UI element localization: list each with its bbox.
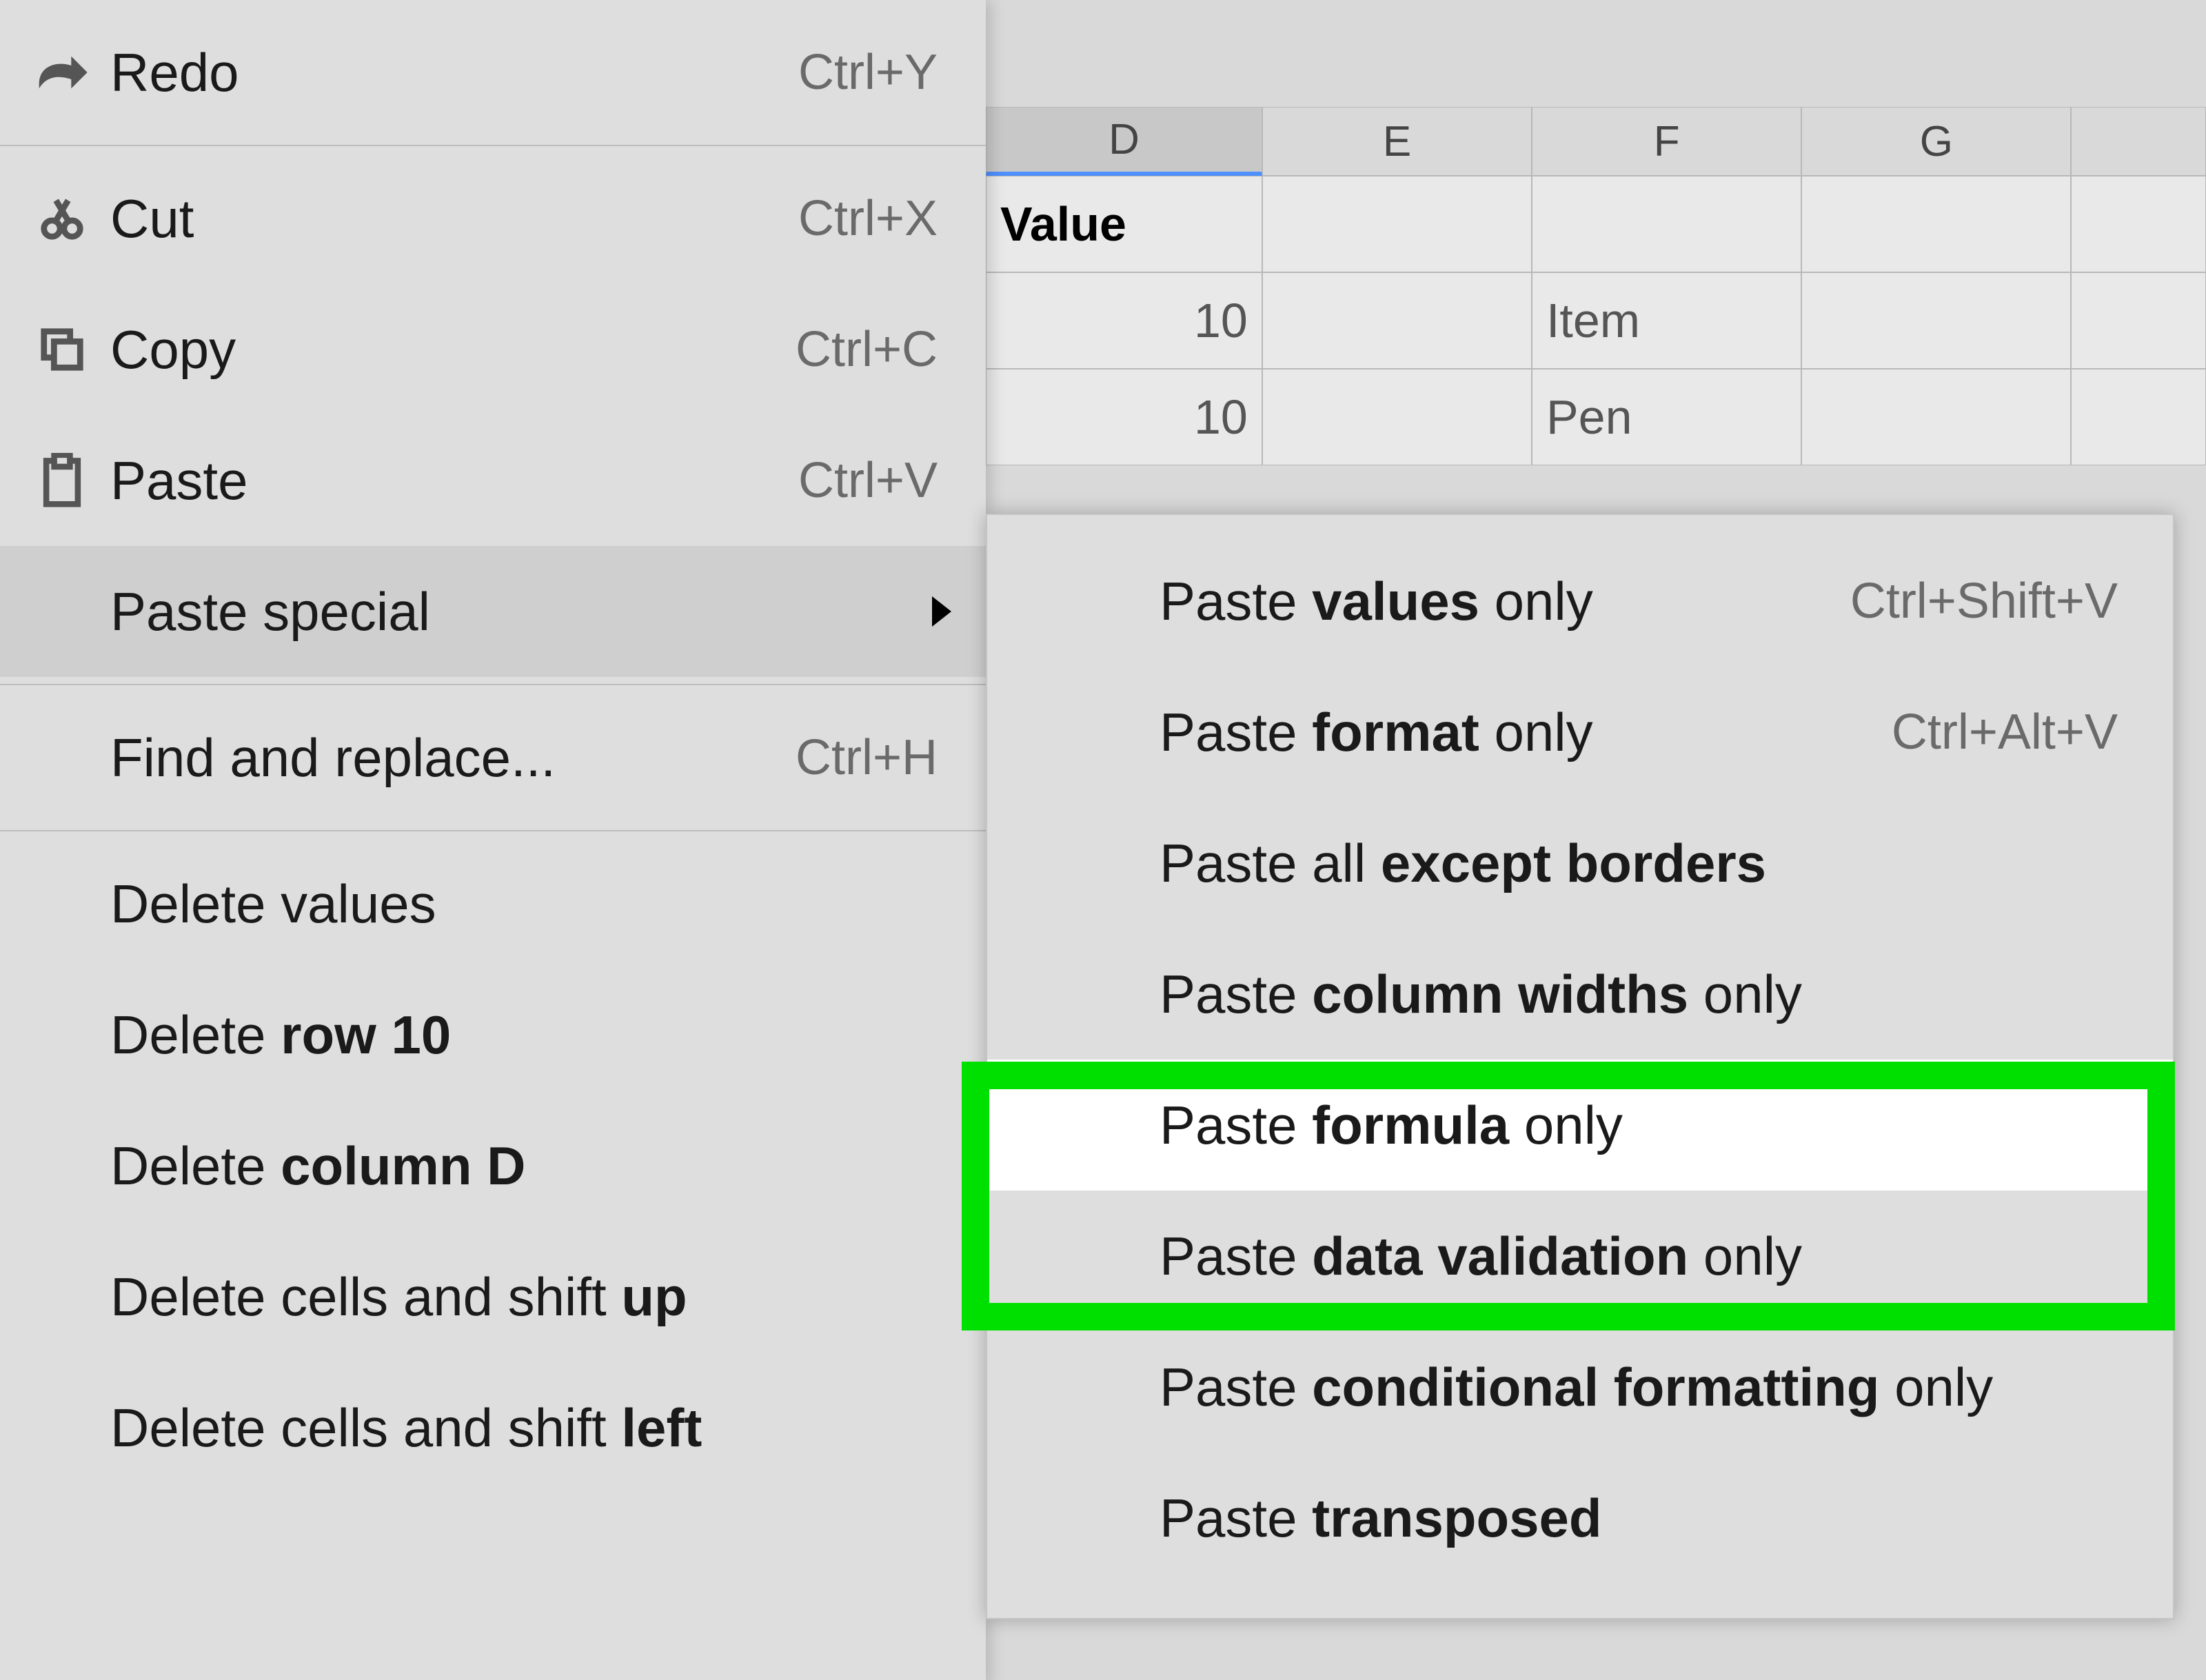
cell[interactable] — [2071, 369, 2206, 465]
cell[interactable] — [1532, 176, 1801, 272]
cell[interactable] — [1262, 369, 1532, 465]
submenu-item-paste-transposed[interactable]: Paste transposed — [987, 1453, 2173, 1583]
menu-item-find-replace[interactable]: Find and replace... Ctrl+H — [0, 692, 986, 823]
submenu-label: Paste data validation only — [1160, 1225, 2118, 1288]
cell[interactable] — [1262, 272, 1532, 369]
menu-shortcut: Ctrl+V — [798, 452, 938, 509]
menu-label: Delete column D — [28, 1135, 938, 1197]
menu-label: Delete cells and shift left — [28, 1397, 938, 1459]
column-header-F[interactable]: F — [1532, 107, 1801, 176]
menu-shortcut: Ctrl+X — [798, 190, 938, 247]
clipboard-icon — [28, 453, 97, 508]
menu-item-copy[interactable]: Copy Ctrl+C — [0, 284, 986, 415]
menu-label: Redo — [97, 41, 798, 104]
menu-item-delete-row[interactable]: Delete row 10 — [0, 969, 986, 1100]
menu-shortcut: Ctrl+C — [796, 321, 938, 378]
submenu-label: Paste transposed — [1160, 1487, 2118, 1550]
menu-item-paste-special[interactable]: Paste special — [0, 546, 986, 677]
cell[interactable] — [1801, 176, 2071, 272]
context-menu: Redo Ctrl+Y Cut Ctrl+X Copy Ctrl+C Paste… — [0, 0, 986, 1680]
submenu-item-paste-format[interactable]: Paste format only Ctrl+Alt+V — [987, 667, 2173, 798]
cell[interactable]: 10 — [986, 272, 1262, 369]
menu-label: Paste — [97, 449, 798, 512]
paste-special-submenu: Paste values only Ctrl+Shift+V Paste for… — [986, 514, 2174, 1619]
cell[interactable] — [2071, 272, 2206, 369]
column-header-E[interactable]: E — [1262, 107, 1532, 176]
submenu-label: Paste column widths only — [1160, 963, 2118, 1026]
column-header-G[interactable]: G — [1801, 107, 2071, 176]
submenu-label: Paste format only — [1160, 701, 1892, 764]
copy-icon — [28, 325, 97, 374]
menu-label: Delete values — [28, 873, 938, 935]
submenu-label: Paste conditional formatting only — [1160, 1356, 2118, 1419]
submenu-item-paste-values[interactable]: Paste values only Ctrl+Shift+V — [987, 536, 2173, 667]
table-row: 10 Pen — [986, 369, 2206, 465]
cell[interactable] — [2071, 176, 2206, 272]
submenu-shortcut: Ctrl+Alt+V — [1892, 704, 2118, 760]
menu-label: Find and replace... — [28, 727, 796, 789]
menu-item-delete-shift-up[interactable]: Delete cells and shift up — [0, 1231, 986, 1362]
menu-item-cut[interactable]: Cut Ctrl+X — [0, 153, 986, 284]
submenu-label: Paste values only — [1160, 570, 1850, 633]
menu-separator — [0, 830, 986, 831]
cell[interactable] — [1262, 176, 1532, 272]
menu-item-paste[interactable]: Paste Ctrl+V — [0, 415, 986, 546]
submenu-label: Paste formula only — [1160, 1094, 2118, 1157]
submenu-arrow-icon — [932, 596, 951, 627]
column-header-row: D E F G — [986, 107, 2206, 176]
spreadsheet-grid: D E F G Value 10 Item 10 Pen — [986, 107, 2206, 465]
cell[interactable]: Item — [1532, 272, 1801, 369]
submenu-item-paste-column-widths[interactable]: Paste column widths only — [987, 929, 2173, 1060]
table-row: Value — [986, 176, 2206, 272]
menu-item-delete-column[interactable]: Delete column D — [0, 1100, 986, 1231]
column-header-D[interactable]: D — [986, 107, 1262, 176]
menu-label: Copy — [97, 318, 796, 381]
submenu-item-paste-data-validation[interactable]: Paste data validation only — [987, 1191, 2173, 1322]
column-header-blank[interactable] — [2071, 107, 2206, 176]
cell[interactable]: Value — [986, 176, 1262, 272]
cell[interactable]: 10 — [986, 369, 1262, 465]
menu-label: Delete cells and shift up — [28, 1266, 938, 1328]
menu-item-redo[interactable]: Redo Ctrl+Y — [0, 7, 986, 138]
menu-shortcut: Ctrl+Y — [798, 44, 938, 101]
menu-label: Cut — [97, 188, 798, 250]
cell[interactable] — [1801, 272, 2071, 369]
submenu-shortcut: Ctrl+Shift+V — [1850, 573, 2118, 629]
table-row: 10 Item — [986, 272, 2206, 369]
submenu-item-paste-formula[interactable]: Paste formula only — [987, 1060, 2173, 1191]
menu-label: Paste special — [28, 580, 938, 643]
menu-label: Delete row 10 — [28, 1004, 938, 1066]
submenu-item-paste-conditional-formatting[interactable]: Paste conditional formatting only — [987, 1322, 2173, 1453]
menu-item-delete-values[interactable]: Delete values — [0, 838, 986, 969]
scissors-icon — [28, 194, 97, 243]
submenu-label: Paste all except borders — [1160, 832, 2118, 895]
menu-item-delete-shift-left[interactable]: Delete cells and shift left — [0, 1362, 986, 1493]
redo-icon — [28, 52, 97, 93]
submenu-item-paste-except-borders[interactable]: Paste all except borders — [987, 798, 2173, 929]
menu-separator — [0, 684, 986, 685]
menu-shortcut: Ctrl+H — [796, 729, 938, 786]
cell[interactable]: Pen — [1532, 369, 1801, 465]
cell[interactable] — [1801, 369, 2071, 465]
menu-separator — [0, 145, 986, 146]
